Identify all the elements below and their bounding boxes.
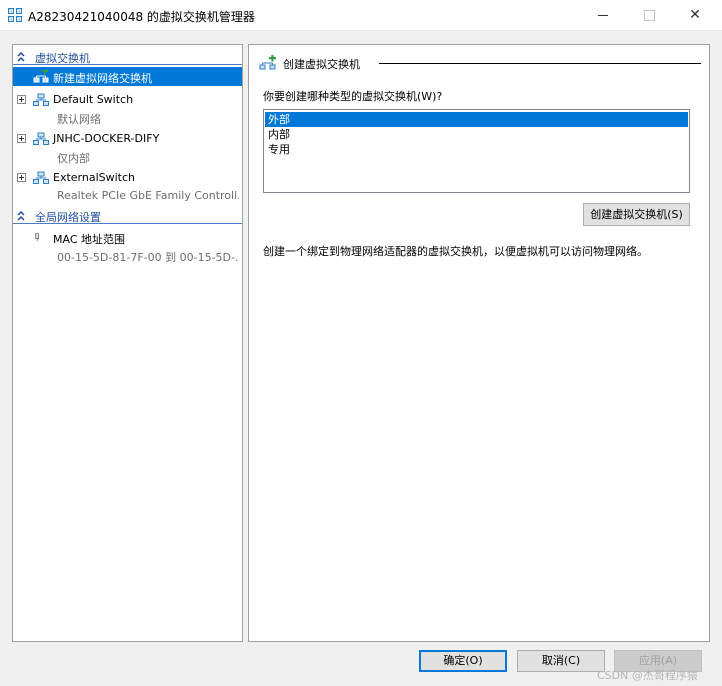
network-adapter-icon — [35, 233, 40, 242]
minimize-icon — [598, 14, 608, 16]
new-switch-icon — [259, 55, 276, 70]
switch-type-listbox[interactable]: 外部 内部 专用 — [263, 109, 690, 193]
collapse-chevron-icon — [17, 211, 25, 221]
close-icon: ✕ — [689, 7, 701, 23]
switch-type-option-private[interactable]: 专用 — [265, 142, 688, 157]
new-virtual-switch-item[interactable]: 新建虚拟网络交换机 — [13, 67, 242, 86]
switch-detail: 默认网络 — [57, 113, 101, 126]
switch-name: Default Switch — [53, 93, 134, 106]
mac-address-range-item[interactable]: MAC 地址范围 — [13, 228, 242, 247]
switch-item-jnhc-docker-dify[interactable]: JNHC-DOCKER-DIFY — [13, 129, 242, 148]
section-rule — [379, 63, 701, 64]
cancel-button[interactable]: 取消(C) — [517, 650, 605, 672]
collapse-chevron-icon — [17, 52, 25, 62]
new-switch-icon — [33, 70, 49, 83]
switch-name: JNHC-DOCKER-DIFY — [53, 132, 160, 145]
close-button[interactable]: ✕ — [672, 0, 718, 30]
network-switch-icon — [33, 132, 49, 145]
switch-item-default-switch[interactable]: Default Switch — [13, 90, 242, 109]
new-virtual-switch-label: 新建虚拟网络交换机 — [53, 72, 152, 85]
switch-type-description: 创建一个绑定到物理网络适配器的虚拟交换机，以便虚拟机可以访问物理网络。 — [263, 245, 648, 258]
expand-icon[interactable] — [17, 173, 26, 182]
network-switch-icon — [33, 171, 49, 184]
expand-icon[interactable] — [17, 95, 26, 104]
switch-detail: 仅内部 — [57, 152, 90, 165]
header-divider — [13, 223, 242, 224]
mac-address-range-label: MAC 地址范围 — [53, 233, 125, 246]
create-virtual-switch-button[interactable]: 创建虚拟交换机(S) — [583, 203, 690, 226]
global-network-settings-header[interactable]: 全局网络设置 — [13, 208, 242, 224]
virtual-switch-manager-icon — [8, 8, 22, 22]
ok-button[interactable]: 确定(O) — [419, 650, 507, 672]
switch-type-option-external[interactable]: 外部 — [265, 112, 688, 127]
switch-type-option-internal[interactable]: 内部 — [265, 127, 688, 142]
virtual-switches-header[interactable]: 虚拟交换机 — [13, 49, 242, 65]
maximize-button[interactable] — [626, 0, 672, 30]
expand-icon[interactable] — [17, 134, 26, 143]
create-switch-pane: 创建虚拟交换机 你要创建哪种类型的虚拟交换机(W)? 外部 内部 专用 创建虚拟… — [248, 44, 710, 642]
switch-name: ExternalSwitch — [53, 171, 136, 184]
header-divider — [13, 64, 242, 65]
switch-detail: Realtek PCIe GbE Family Controll... — [57, 189, 239, 202]
switch-item-externalswitch[interactable]: ExternalSwitch — [13, 168, 242, 187]
section-title: 创建虚拟交换机 — [283, 58, 360, 71]
title-bar: A28230421040048 的虚拟交换机管理器 ✕ — [0, 0, 722, 31]
maximize-icon — [643, 9, 655, 21]
minimize-button[interactable] — [580, 0, 626, 30]
network-switch-icon — [33, 93, 49, 106]
mac-address-range-detail: 00-15-5D-81-7F-00 到 00-15-5D-... — [57, 251, 239, 264]
section-header: 创建虚拟交换机 — [259, 55, 701, 71]
switch-type-question: 你要创建哪种类型的虚拟交换机(W)? — [263, 90, 443, 103]
switch-navigation-pane: 虚拟交换机 新建虚拟网络交换机 Default Switch 默认网络 JNHC… — [12, 44, 243, 642]
window-title: A28230421040048 的虚拟交换机管理器 — [28, 10, 255, 24]
watermark: CSDN @杰哥程序猿 — [597, 669, 698, 682]
